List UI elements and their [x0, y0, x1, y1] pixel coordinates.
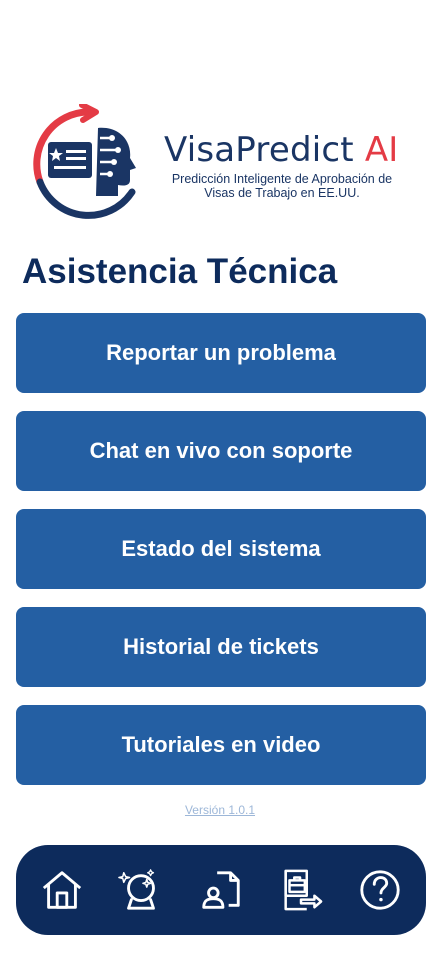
support-screen: VisaPredict AI Predicción Inteligente de… [0, 0, 440, 956]
ticket-history-button[interactable]: Historial de tickets [16, 607, 426, 687]
home-icon [42, 871, 81, 909]
nav-prediction[interactable] [113, 862, 169, 918]
brand-name: VisaPredict AI [164, 130, 399, 170]
version-link[interactable]: Versión 1.0.1 [0, 803, 440, 817]
help-icon [360, 870, 400, 910]
crystal-ball-icon [118, 869, 156, 910]
nav-help[interactable] [352, 862, 408, 918]
support-menu: Reportar un problema Chat en vivo con so… [16, 313, 426, 803]
visapredict-logo-icon [33, 104, 136, 219]
system-status-button[interactable]: Estado del sistema [16, 509, 426, 589]
report-problem-button[interactable]: Reportar un problema [16, 313, 426, 393]
briefcase-export-icon [283, 869, 322, 911]
video-tutorials-button[interactable]: Tutoriales en video [16, 705, 426, 785]
live-chat-button[interactable]: Chat en vivo con soporte [16, 411, 426, 491]
user-document-icon [202, 871, 240, 909]
nav-home[interactable] [34, 862, 90, 918]
brand-name-main: VisaPredict [164, 130, 354, 170]
bottom-navigation [16, 845, 426, 935]
nav-profile[interactable] [193, 862, 249, 918]
brand-name-accent: AI [364, 130, 399, 170]
nav-applications[interactable] [273, 862, 329, 918]
page-title: Asistencia Técnica [22, 252, 338, 291]
brand-header: VisaPredict AI Predicción Inteligente de… [28, 104, 418, 224]
brand-tagline: Predicción Inteligente de Aprobación de … [171, 172, 393, 200]
